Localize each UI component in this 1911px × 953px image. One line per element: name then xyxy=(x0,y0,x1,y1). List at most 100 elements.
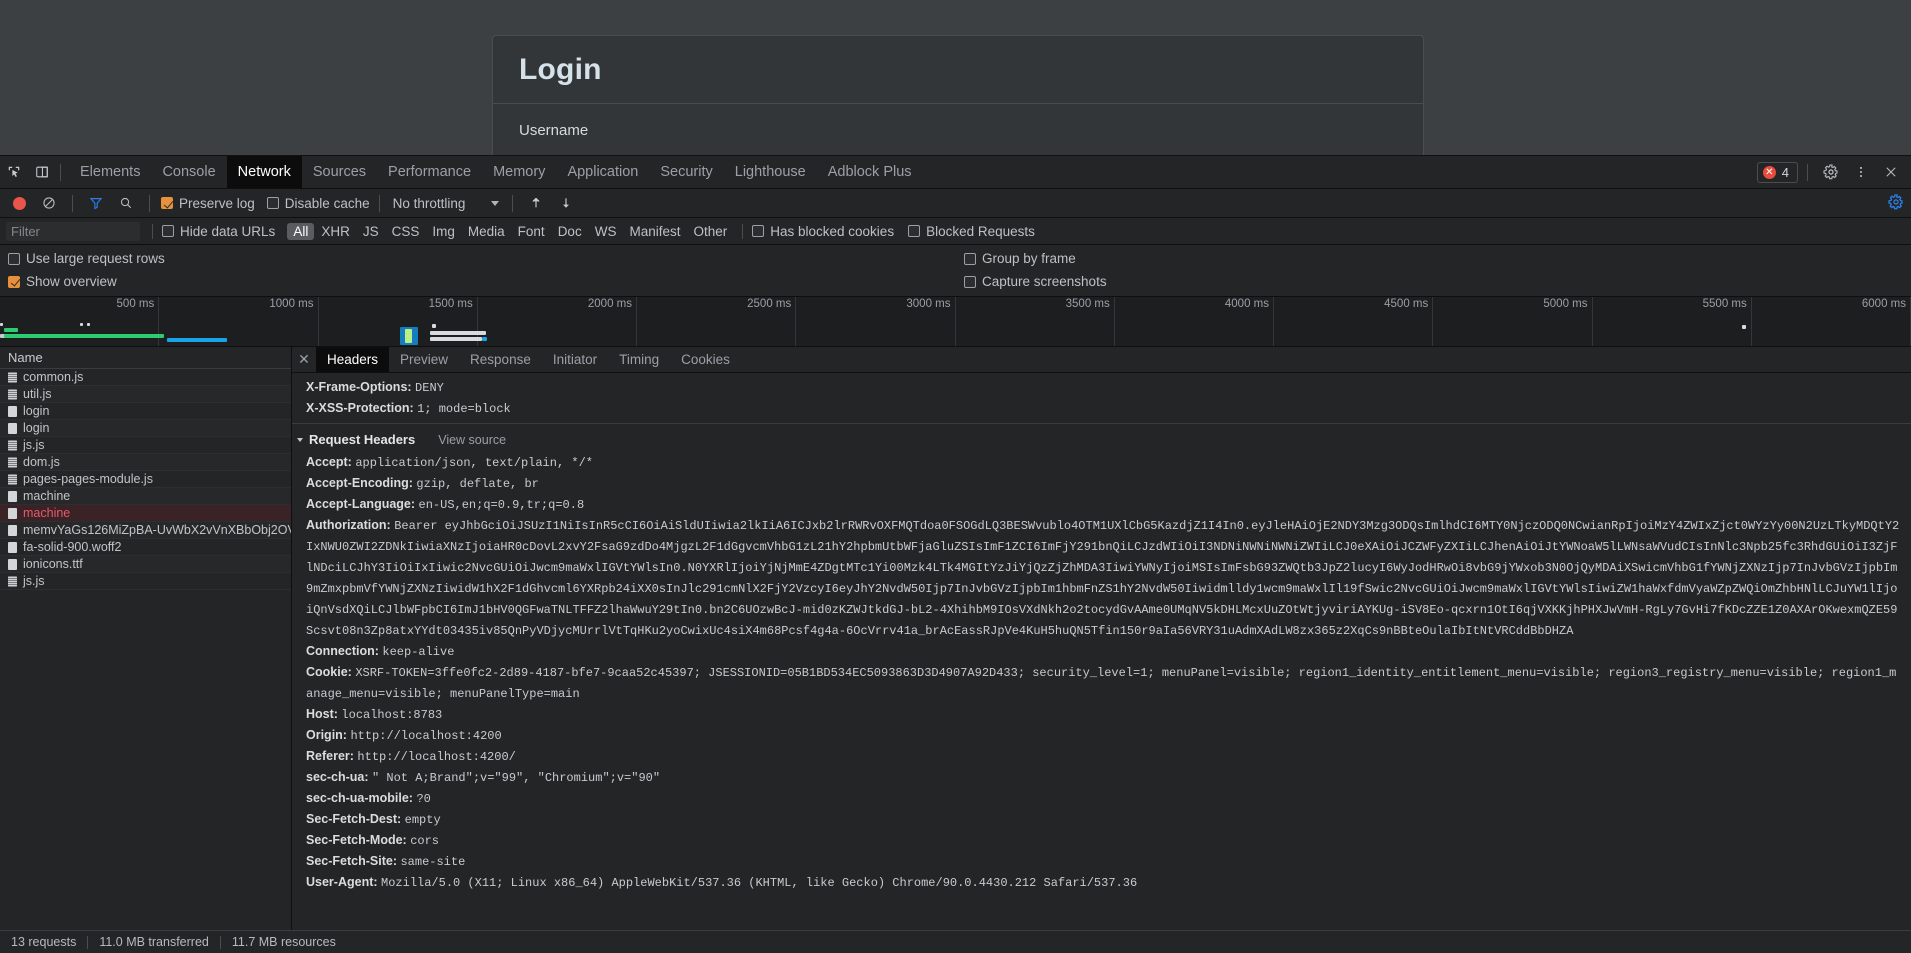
script-file-icon xyxy=(8,575,17,587)
detail-tab-initiator[interactable]: Initiator xyxy=(542,347,608,372)
script-file-icon xyxy=(8,371,17,383)
tab-sources[interactable]: Sources xyxy=(302,156,377,188)
tab-performance[interactable]: Performance xyxy=(377,156,482,188)
type-filter-font[interactable]: Font xyxy=(512,223,551,240)
tab-console[interactable]: Console xyxy=(151,156,226,188)
request-detail-panel: ✕ Headers Preview Response Initiator Tim… xyxy=(292,347,1911,930)
generic-file-icon xyxy=(8,541,17,553)
detail-tab-timing[interactable]: Timing xyxy=(608,347,670,372)
page-under-devtools: Login Username xyxy=(0,0,1911,175)
network-settings-left: Use large request rows Show overview xyxy=(8,251,165,289)
request-headers-section-title[interactable]: Request Headers View source xyxy=(292,423,1911,452)
request-row[interactable]: util.js xyxy=(0,386,291,403)
request-row[interactable]: login xyxy=(0,420,291,437)
request-row[interactable]: machine xyxy=(0,488,291,505)
has-blocked-cookies-checkbox[interactable]: Has blocked cookies xyxy=(752,224,894,239)
request-row[interactable]: common.js xyxy=(0,369,291,386)
login-card-header: Login xyxy=(493,36,1423,104)
more-vertical-icon[interactable] xyxy=(1847,159,1875,185)
network-filter-row: Hide data URLs All XHR JS CSS Img Media … xyxy=(0,218,1911,245)
inspect-element-icon[interactable] xyxy=(0,159,28,185)
type-filter-xhr[interactable]: XHR xyxy=(315,223,356,240)
overview-tick-label: 3500 ms xyxy=(1065,298,1110,310)
type-filter-ws[interactable]: WS xyxy=(589,223,623,240)
throttling-select[interactable]: No throttling xyxy=(389,196,504,211)
type-filter-all[interactable]: All xyxy=(287,222,315,240)
detail-tab-preview[interactable]: Preview xyxy=(389,347,459,372)
error-badge[interactable]: ✕ 4 xyxy=(1756,161,1798,183)
overview-tick-label: 500 ms xyxy=(116,298,155,310)
type-filter-media[interactable]: Media xyxy=(462,223,511,240)
device-toolbar-icon[interactable] xyxy=(28,159,56,185)
detail-tab-response[interactable]: Response xyxy=(459,347,542,372)
request-name: ionicons.ttf xyxy=(23,557,83,571)
request-row[interactable]: dom.js xyxy=(0,454,291,471)
generic-file-icon xyxy=(8,507,17,519)
hide-data-urls-checkbox[interactable]: Hide data URLs xyxy=(162,224,275,239)
detail-tab-cookies[interactable]: Cookies xyxy=(670,347,741,372)
disable-cache-checkbox[interactable]: Disable cache xyxy=(266,196,370,211)
detail-tab-headers[interactable]: Headers xyxy=(316,347,390,372)
preserve-log-checkbox[interactable]: Preserve log xyxy=(161,196,255,211)
close-detail-icon[interactable]: ✕ xyxy=(292,347,316,372)
filter-input[interactable] xyxy=(6,221,140,241)
type-filter-other[interactable]: Other xyxy=(687,223,733,240)
tab-application[interactable]: Application xyxy=(556,156,649,188)
request-row[interactable]: js.js xyxy=(0,437,291,454)
request-row[interactable]: pages-pages-module.js xyxy=(0,471,291,488)
request-row[interactable]: memvYaGs126MiZpBA-UvWbX2vVnXBbObj2OVTS-m… xyxy=(0,522,291,539)
headers-content: X-Frame-Options: DENY X-XSS-Protection: 1… xyxy=(292,373,1911,930)
export-har-button[interactable] xyxy=(552,190,580,216)
request-name: util.js xyxy=(23,387,52,401)
search-button[interactable] xyxy=(112,190,140,216)
request-name: fa-solid-900.woff2 xyxy=(23,540,122,554)
filter-divider xyxy=(742,223,744,239)
show-overview-label: Show overview xyxy=(26,274,117,289)
request-list-column-header[interactable]: Name xyxy=(0,347,291,369)
clear-button[interactable] xyxy=(35,190,63,216)
generic-file-icon xyxy=(8,490,17,502)
request-row[interactable]: js.js xyxy=(0,573,291,590)
group-by-frame-checkbox[interactable]: Group by frame xyxy=(964,251,1107,266)
type-filter-css[interactable]: CSS xyxy=(386,223,426,240)
type-filter-img[interactable]: Img xyxy=(426,223,461,240)
request-row[interactable]: login xyxy=(0,403,291,420)
tab-elements[interactable]: Elements xyxy=(69,156,151,188)
gear-icon[interactable] xyxy=(1817,159,1845,185)
header-value: localhost:8783 xyxy=(341,708,443,722)
header-value: same-site xyxy=(400,855,466,869)
overview-tick: 3000 ms xyxy=(796,297,956,346)
show-overview-checkbox[interactable]: Show overview xyxy=(8,274,165,289)
tab-memory[interactable]: Memory xyxy=(482,156,556,188)
network-status-bar: 13 requests 11.0 MB transferred 11.7 MB … xyxy=(0,930,1911,953)
capture-screenshots-checkbox[interactable]: Capture screenshots xyxy=(964,274,1107,289)
overview-tick-label: 5000 ms xyxy=(1543,298,1588,310)
record-button[interactable] xyxy=(5,190,33,216)
blocked-requests-checkbox[interactable]: Blocked Requests xyxy=(908,224,1035,239)
generic-file-icon xyxy=(8,524,17,536)
tab-security[interactable]: Security xyxy=(649,156,723,188)
request-row[interactable]: machine xyxy=(0,505,291,522)
tab-network[interactable]: Network xyxy=(226,156,302,188)
tab-adblock-plus[interactable]: Adblock Plus xyxy=(817,156,923,188)
request-row[interactable]: fa-solid-900.woff2 xyxy=(0,539,291,556)
tab-lighthouse[interactable]: Lighthouse xyxy=(724,156,817,188)
close-icon[interactable] xyxy=(1877,159,1905,185)
use-large-request-rows-label: Use large request rows xyxy=(26,251,165,266)
network-settings-gear-icon[interactable] xyxy=(1888,194,1904,215)
use-large-request-rows-checkbox[interactable]: Use large request rows xyxy=(8,251,165,266)
request-row[interactable]: ionicons.ttf xyxy=(0,556,291,573)
type-filter-manifest[interactable]: Manifest xyxy=(623,223,686,240)
type-filter-js[interactable]: JS xyxy=(357,223,385,240)
checkbox-icon xyxy=(964,275,976,288)
overview-bar xyxy=(430,337,482,341)
import-har-button[interactable] xyxy=(522,190,550,216)
chevron-down-icon xyxy=(491,200,500,206)
network-overview-timeline[interactable]: 500 ms 1000 ms 1500 ms 2000 ms 2500 ms 3000 m… xyxy=(0,297,1911,347)
header-row: sec-ch-ua-mobile: ?0 xyxy=(292,788,1911,809)
header-row: X-Frame-Options: DENY xyxy=(292,377,1911,398)
view-source-link[interactable]: View source xyxy=(438,430,506,450)
header-name: Sec-Fetch-Site: xyxy=(306,854,401,868)
filter-button[interactable] xyxy=(82,190,110,216)
type-filter-doc[interactable]: Doc xyxy=(552,223,588,240)
